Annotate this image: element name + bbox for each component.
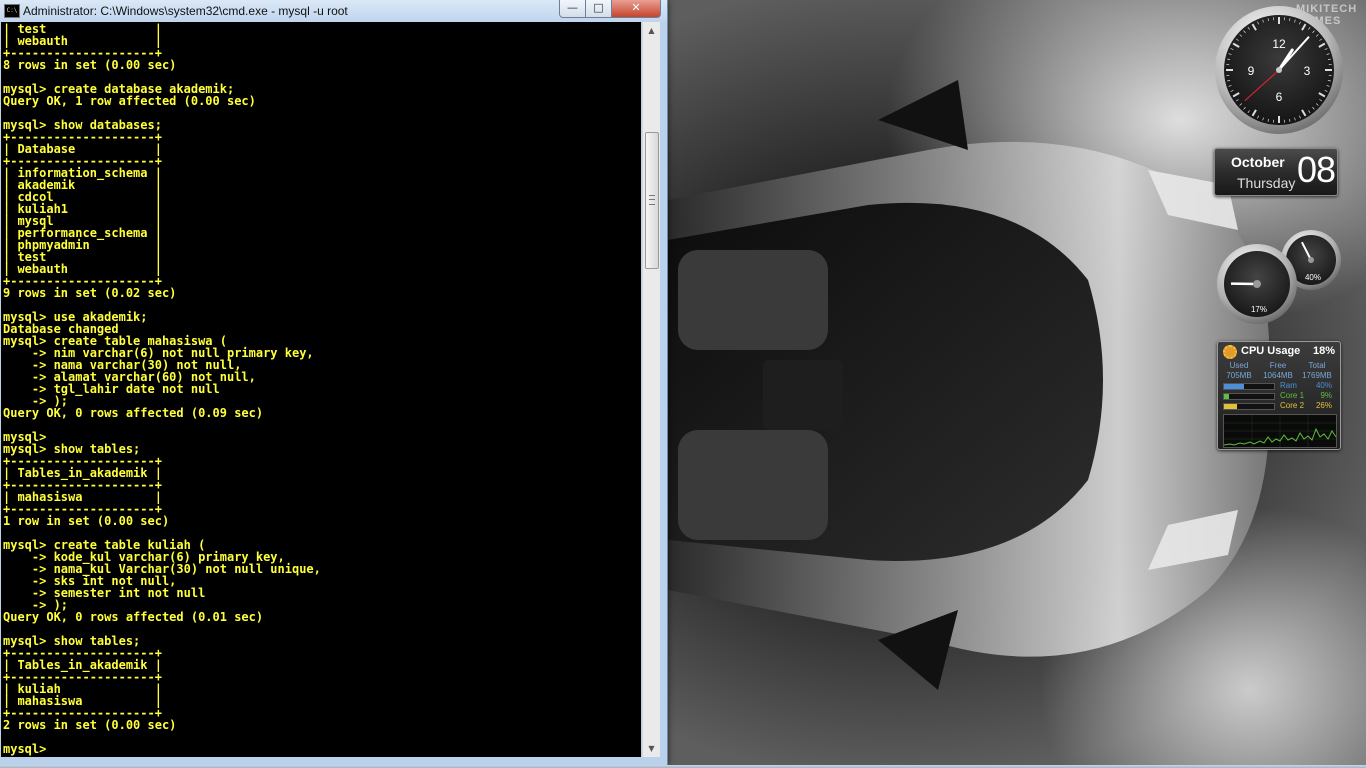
title-bar[interactable]: C:\ Administrator: C:\Windows\system32\c… [0,0,667,22]
scroll-thumb[interactable] [645,132,659,269]
calendar-month: October [1231,154,1285,170]
cpu-usage-total: 18% [1312,345,1335,357]
ram-bar-fill [1224,384,1244,389]
core2-bar: Core 2 26% [1222,401,1334,411]
ram-meter-value: 40% [1305,273,1321,282]
core1-bar: Core 1 9% [1222,391,1334,401]
cpu-usage-title: CPU Usage [1241,345,1301,357]
scroll-up-button[interactable]: ▲ [643,22,660,39]
clock-numeral-9: 9 [1248,64,1255,78]
clock-gadget[interactable]: 12 3 6 9 [1213,4,1345,136]
core2-bar-fill [1224,404,1237,409]
grip-icon [649,195,655,205]
cmd-app-icon[interactable]: C:\ [4,4,20,18]
close-button[interactable]: ✕ [611,0,661,18]
calendar-day: 08 [1297,149,1336,190]
core1-bar-fill [1224,394,1229,399]
minimize-button[interactable]: — [559,0,586,18]
cpu-usage-gadget[interactable]: CPU Usage 18% Used 705MB Free 1064MB Tot… [1217,341,1341,450]
console-output[interactable]: | test | | webauth | +------------------… [1,22,641,757]
calendar-gadget[interactable]: October Thursday 08 [1214,148,1338,196]
window-title: Administrator: C:\Windows\system32\cmd.e… [23,4,348,18]
gear-icon [1223,345,1237,359]
calendar-weekday: Thursday [1237,175,1296,191]
vertical-scrollbar[interactable]: ▲ ▼ [642,22,660,757]
clock-numeral-12: 12 [1272,37,1286,51]
ram-bar: Ram 40% [1222,381,1334,391]
cmd-window[interactable]: C:\ Administrator: C:\Windows\system32\c… [0,0,668,765]
memory-free: Free 1064MB [1263,361,1293,380]
cpu-meter-value: 17% [1251,305,1267,314]
scroll-down-button[interactable]: ▼ [643,740,660,757]
cpu-history-graph [1223,414,1337,448]
cpu-meter-gadget[interactable]: 40% 17% [1213,228,1343,326]
memory-used: Used 705MB [1226,361,1252,380]
memory-total: Total 1769MB [1302,361,1332,380]
console-text[interactable]: | test | | webauth | +------------------… [3,23,321,755]
clock-numeral-6: 6 [1276,90,1283,104]
maximize-button[interactable]: □ [585,0,612,18]
clock-numeral-3: 3 [1304,64,1311,78]
